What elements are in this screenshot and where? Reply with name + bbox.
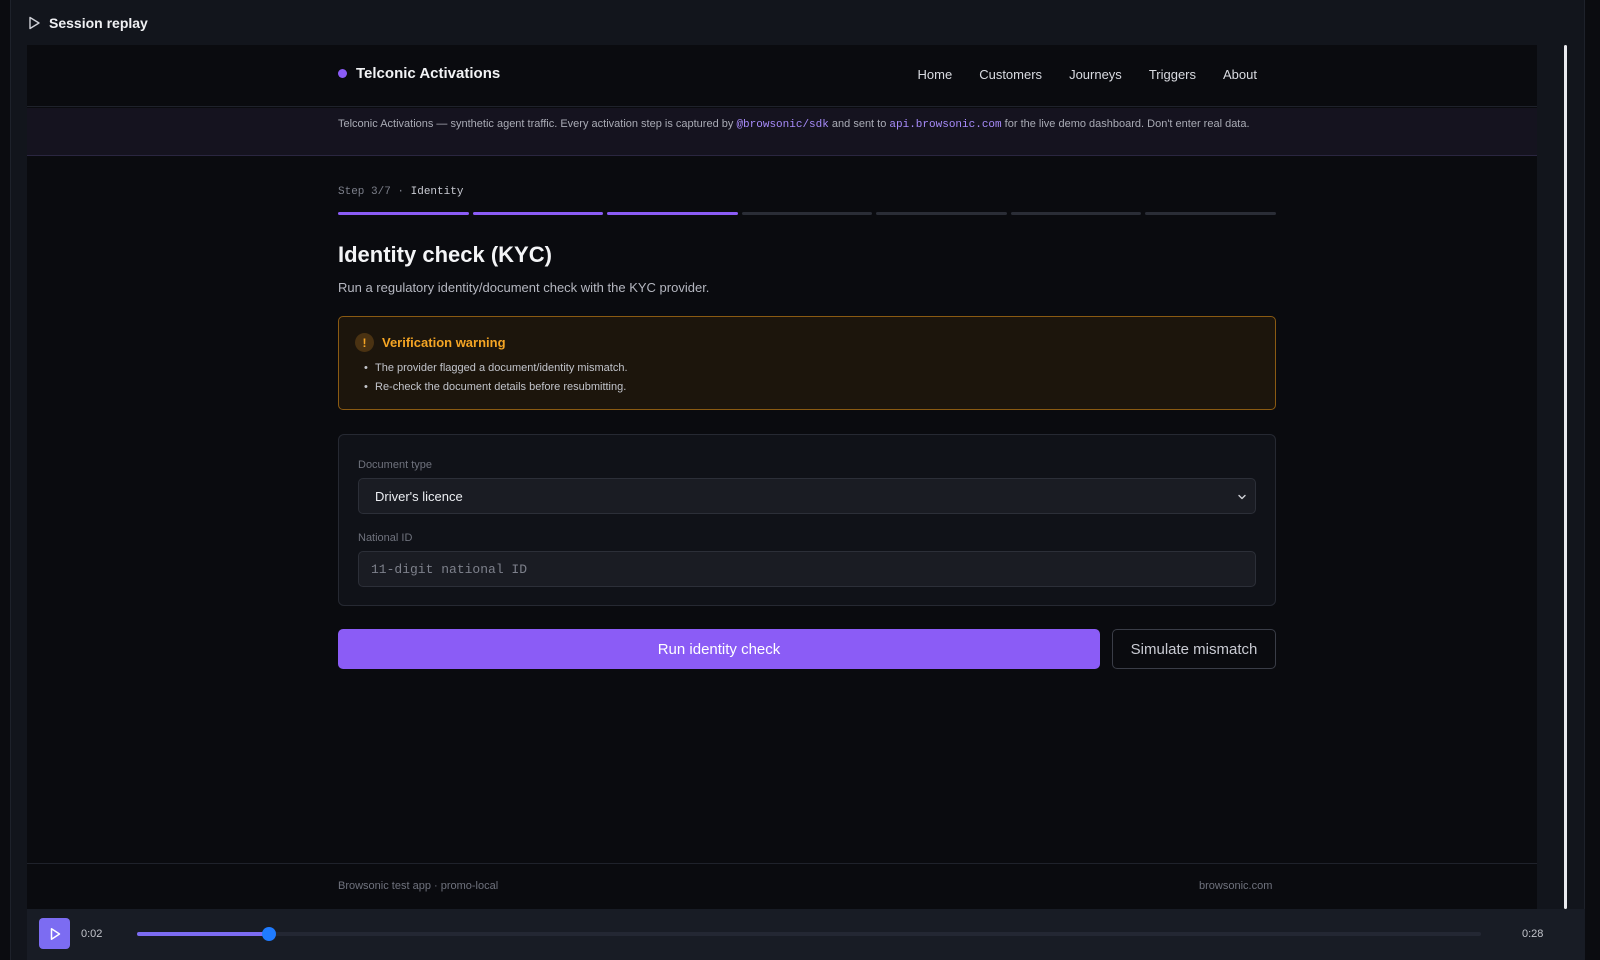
national-id-label: National ID [358, 532, 413, 544]
document-type-label: Document type [358, 459, 432, 471]
progress-segment [1010, 212, 1142, 215]
progress-segment [338, 212, 469, 215]
nav-link-customers[interactable]: Customers [979, 67, 1042, 82]
run-identity-check-button[interactable]: Run identity check [338, 629, 1100, 669]
step-label: Step 3/7 [338, 186, 391, 198]
demo-banner: Telconic Activations — synthetic agent t… [27, 108, 1537, 156]
brand-dot-icon [338, 69, 347, 78]
timeline-track[interactable] [137, 927, 1481, 941]
replay-header: Session replay [27, 14, 148, 32]
progress-segment [472, 212, 604, 215]
replay-title: Session replay [49, 15, 148, 31]
api-code: api.browsonic.com [889, 119, 1002, 131]
progress-segment [607, 212, 738, 215]
nav-link-home[interactable]: Home [918, 67, 953, 82]
nav-links: Home Customers Journeys Triggers About [918, 67, 1257, 82]
footer-left: Browsonic test app · promo-local [338, 880, 499, 892]
footer-link[interactable]: browsonic.com [1199, 880, 1272, 892]
verification-warning: ! Verification warning The provider flag… [338, 316, 1276, 410]
top-nav: Telconic Activations Home Customers Jour… [27, 45, 1537, 107]
page-subtitle: Run a regulatory identity/document check… [338, 280, 710, 295]
current-time: 0:02 [81, 928, 103, 940]
chevron-down-icon [1238, 494, 1246, 500]
page-title: Identity check (KYC) [338, 242, 552, 267]
brand[interactable]: Telconic Activations [338, 65, 500, 82]
step-indicator: Step 3/7 · Identity [338, 186, 463, 198]
nav-link-journeys[interactable]: Journeys [1069, 67, 1122, 82]
national-id-input[interactable] [358, 551, 1256, 587]
simulate-mismatch-button[interactable]: Simulate mismatch [1112, 629, 1276, 669]
sdk-code: @browsonic/sdk [736, 119, 829, 131]
timeline-thumb[interactable] [261, 927, 276, 941]
warning-list: The provider flagged a document/identity… [364, 359, 628, 397]
play-icon [50, 927, 60, 940]
step-name: Identity [410, 186, 464, 198]
banner-text-part: for the live demo dashboard. Don't enter… [1001, 118, 1250, 130]
warning-title: Verification warning [382, 335, 506, 350]
warning-item: Re-check the document details before res… [364, 378, 628, 397]
warning-icon: ! [355, 333, 374, 352]
play-outline-icon [29, 16, 40, 30]
document-type-value: Driver's licence [375, 489, 463, 504]
document-type-select[interactable]: Driver's licence [358, 478, 1256, 514]
progress-segment [876, 212, 1007, 215]
step-separator: · [390, 186, 411, 198]
end-time: 0:28 [1522, 928, 1544, 940]
page-footer: Browsonic test app · promo-local browson… [27, 863, 1537, 909]
banner-text: Telconic Activations — synthetic agent t… [338, 116, 1268, 133]
banner-text-part: and sent to [828, 118, 890, 130]
warning-item: The provider flagged a document/identity… [364, 359, 628, 378]
replay-viewport: Telconic Activations Home Customers Jour… [27, 45, 1537, 909]
identity-form: Document type Driver's licence National … [338, 434, 1276, 606]
progress-segment [1145, 212, 1277, 215]
warning-header: ! Verification warning [355, 333, 506, 352]
banner-text-part: Telconic Activations — synthetic agent t… [338, 118, 737, 130]
replay-window: Session replay Telconic Activations Home… [10, 0, 1585, 960]
replay-controls: 0:02 0:28 [27, 909, 1585, 960]
viewport-scrollbar[interactable] [1564, 45, 1567, 909]
step-progress [338, 212, 1277, 215]
brand-name: Telconic Activations [356, 65, 501, 82]
nav-link-about[interactable]: About [1223, 67, 1257, 82]
timeline-progress [137, 932, 269, 936]
play-button[interactable] [39, 918, 70, 949]
nav-link-triggers[interactable]: Triggers [1149, 67, 1196, 82]
progress-segment [741, 212, 873, 215]
